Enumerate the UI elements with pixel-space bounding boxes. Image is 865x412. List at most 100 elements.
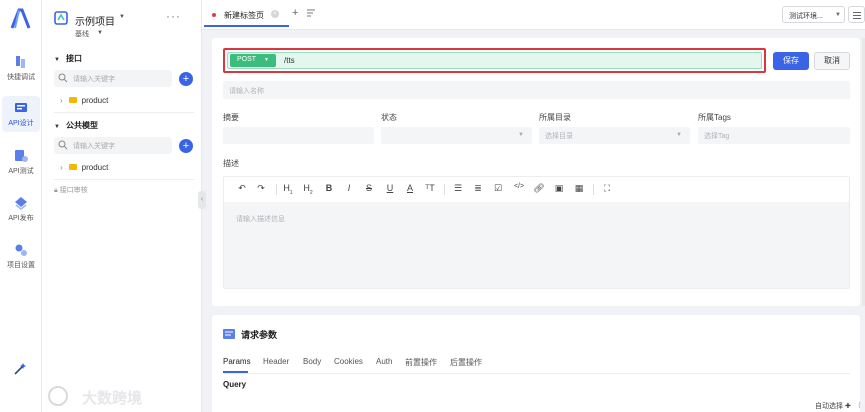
collapse-triangle-icon: ▼ — [54, 57, 60, 63]
rail-item-label: API测试 — [8, 168, 34, 175]
font-size-icon[interactable]: ᵀT — [424, 183, 436, 193]
editor-toolbar: ↶ ↷ H1 H2 B I S U A ᵀT ☰ ≣ ☑ </> 🔗︎ ▣ ▦ … — [224, 177, 849, 202]
tags-placeholder: 选择Tag — [704, 133, 730, 140]
toolbar-divider — [593, 184, 594, 195]
add-tab-button[interactable]: + — [292, 7, 298, 19]
rail-item-api-design[interactable]: API设计 — [2, 96, 40, 132]
redo-icon[interactable]: ↷ — [255, 183, 267, 194]
api-publish-icon — [15, 197, 27, 210]
save-button[interactable]: 保存 — [773, 52, 809, 70]
tab-params[interactable]: Params — [223, 357, 251, 366]
description-textarea[interactable]: 请输入描述信息 — [224, 202, 849, 288]
method-value: POST — [237, 56, 257, 63]
code-icon[interactable]: </> — [513, 183, 525, 190]
chevron-right-icon: › — [60, 163, 63, 172]
rail-item-project-settings[interactable]: 项目设置 — [2, 238, 40, 274]
interface-review-item[interactable]: 🔒︎ 接口审核 — [54, 185, 88, 195]
recycle-label: 接口审核 — [59, 187, 88, 194]
tab-body[interactable]: Body — [303, 357, 321, 366]
model-search-input[interactable]: 请输入关键字 — [54, 137, 172, 154]
link-icon[interactable]: 🔗︎ — [533, 183, 545, 194]
more-options-icon[interactable]: ··· — [166, 9, 181, 23]
tab-cookies[interactable]: Cookies — [334, 357, 363, 366]
chevron-down-icon[interactable]: ▼ — [119, 14, 125, 20]
heading-2-icon[interactable]: H2 — [302, 183, 314, 196]
tab-bar: 新建标签页 × + 测试环境... ▼ — [202, 0, 865, 30]
tags-select[interactable]: 选择Tag — [698, 127, 850, 144]
folder-icon — [68, 164, 77, 170]
status-label: 状态 — [381, 113, 397, 122]
section-interfaces-header[interactable]: ▼ 接口 — [54, 53, 82, 64]
fullscreen-icon[interactable]: ⛶ — [601, 183, 613, 194]
chevron-down-icon[interactable]: ▼ — [97, 30, 103, 36]
underline-icon[interactable]: U — [384, 183, 396, 193]
folder-label: product — [81, 96, 109, 105]
cancel-button[interactable]: 取消 — [814, 52, 850, 70]
bullet-list-icon[interactable]: ☰ — [452, 183, 464, 194]
tab-pre-operation[interactable]: 前置操作 — [405, 357, 437, 368]
settings-lines-icon — [853, 12, 861, 13]
unsaved-dot-icon — [212, 13, 216, 17]
task-list-icon[interactable]: ☑ — [492, 183, 504, 194]
tree-folder-product[interactable]: › product — [60, 96, 108, 105]
magic-wand-icon[interactable] — [13, 362, 27, 376]
environment-select[interactable]: 测试环境... ▼ — [782, 6, 845, 23]
status-select[interactable]: ▼ — [381, 127, 532, 144]
strikethrough-icon[interactable]: S — [363, 183, 375, 193]
rail-item-label: 项目设置 — [7, 262, 35, 269]
italic-icon[interactable]: I — [343, 183, 355, 193]
app-logo-icon[interactable] — [9, 8, 31, 30]
tab-list-icon[interactable] — [306, 8, 316, 18]
close-icon[interactable]: × — [271, 10, 279, 18]
undo-icon[interactable]: ↶ — [236, 183, 248, 194]
directory-placeholder: 选择目录 — [545, 133, 573, 140]
rail-item-label: 快捷调试 — [7, 74, 35, 81]
chevron-down-icon: ▼ — [518, 132, 524, 138]
tab-post-operation[interactable]: 后置操作 — [450, 357, 482, 368]
settings-lines-icon — [853, 15, 861, 16]
image-icon[interactable]: ▣ — [553, 183, 565, 194]
api-design-icon — [15, 103, 27, 112]
section-title: 公共模型 — [65, 121, 98, 130]
heading-1-icon[interactable]: H1 — [282, 183, 294, 196]
bold-icon[interactable]: B — [323, 183, 335, 193]
tree-folder-product[interactable]: › product — [60, 163, 108, 172]
project-sidebar: 示例项目 ▼ ··· 基线 ▼ ▼ 接口 请输入关键字 + › product ▼ 公… — [42, 0, 202, 412]
method-select[interactable]: POST ▼ — [230, 54, 276, 67]
interface-search-input[interactable]: 请输入关键字 — [54, 70, 172, 87]
collapse-panel-icon[interactable]: ⟨ — [858, 401, 861, 409]
numbered-list-icon[interactable]: ≣ — [472, 183, 484, 194]
rail-item-api-publish[interactable]: API发布 — [2, 191, 40, 227]
tab-auth[interactable]: Auth — [376, 357, 392, 366]
branch-selector[interactable]: 基线 — [75, 29, 89, 39]
url-path-input[interactable]: /tts — [284, 56, 295, 65]
search-placeholder: 请输入关键字 — [73, 143, 115, 150]
section-models-header[interactable]: ▼ 公共模型 — [54, 120, 98, 131]
tab-label: 新建标签页 — [224, 11, 264, 20]
toolbar-divider — [444, 184, 445, 195]
lock-icon: 🔒︎ — [54, 187, 58, 194]
rail-item-quick-debug[interactable]: 快捷调试 — [2, 50, 40, 86]
auto-select-button[interactable]: 自动选择 ✚ — [815, 401, 851, 411]
table-icon[interactable]: ▦ — [573, 183, 585, 194]
section-title: 接口 — [65, 54, 82, 63]
tab-header[interactable]: Header — [263, 357, 289, 366]
directory-select[interactable]: 选择目录 ▼ — [539, 127, 690, 144]
summary-input[interactable] — [223, 127, 374, 144]
font-color-icon[interactable]: A — [404, 183, 416, 193]
tab-new[interactable]: 新建标签页 × — [204, 3, 289, 27]
params-title: 请求参数 — [241, 330, 278, 340]
environment-settings-button[interactable] — [848, 6, 865, 23]
rail-item-api-test[interactable]: API测试 — [2, 144, 40, 180]
add-model-button[interactable]: + — [179, 139, 193, 153]
collapse-triangle-icon: ▼ — [54, 124, 60, 130]
api-name-input[interactable]: 请输入名称 — [223, 81, 850, 99]
project-name[interactable]: 示例项目 — [75, 13, 115, 28]
add-interface-button[interactable]: + — [179, 72, 193, 86]
sidebar-collapse-handle[interactable]: ‹ — [198, 191, 206, 209]
divider — [54, 179, 194, 180]
search-placeholder: 请输入关键字 — [73, 76, 115, 83]
chevron-down-icon: ▼ — [835, 12, 841, 18]
url-bar[interactable]: POST ▼ /tts — [227, 52, 762, 69]
watermark-circle-icon — [48, 386, 68, 406]
